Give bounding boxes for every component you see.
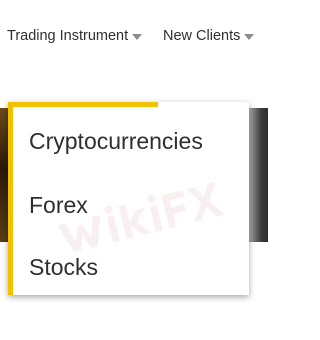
menu-item-label: Forex [29,191,88,218]
menu-item-label: Cryptocurrencies [29,127,203,154]
top-navigation: Trading Instrument New Clients [0,0,268,72]
menu-item-cryptocurrencies[interactable]: Cryptocurrencies [29,121,203,161]
nav-new-clients[interactable]: New Clients [163,26,255,46]
menu-item-stocks[interactable]: Stocks [29,247,98,287]
nav-new-clients-label: New Clients [163,28,241,44]
nav-trading-instrument[interactable]: Trading Instrument [7,26,143,46]
chevron-down-icon [132,33,143,40]
chevron-down-icon [244,33,255,40]
background-photo-right [246,108,268,242]
menu-item-label: Stocks [29,253,99,280]
dropdown-accent-left [8,102,13,295]
nav-trading-instrument-label: Trading Instrument [7,28,129,44]
trading-instrument-dropdown: Cryptocurrencies Forex Stocks [8,102,249,295]
menu-item-forex[interactable]: Forex [29,185,88,225]
dropdown-accent-top [8,102,158,107]
